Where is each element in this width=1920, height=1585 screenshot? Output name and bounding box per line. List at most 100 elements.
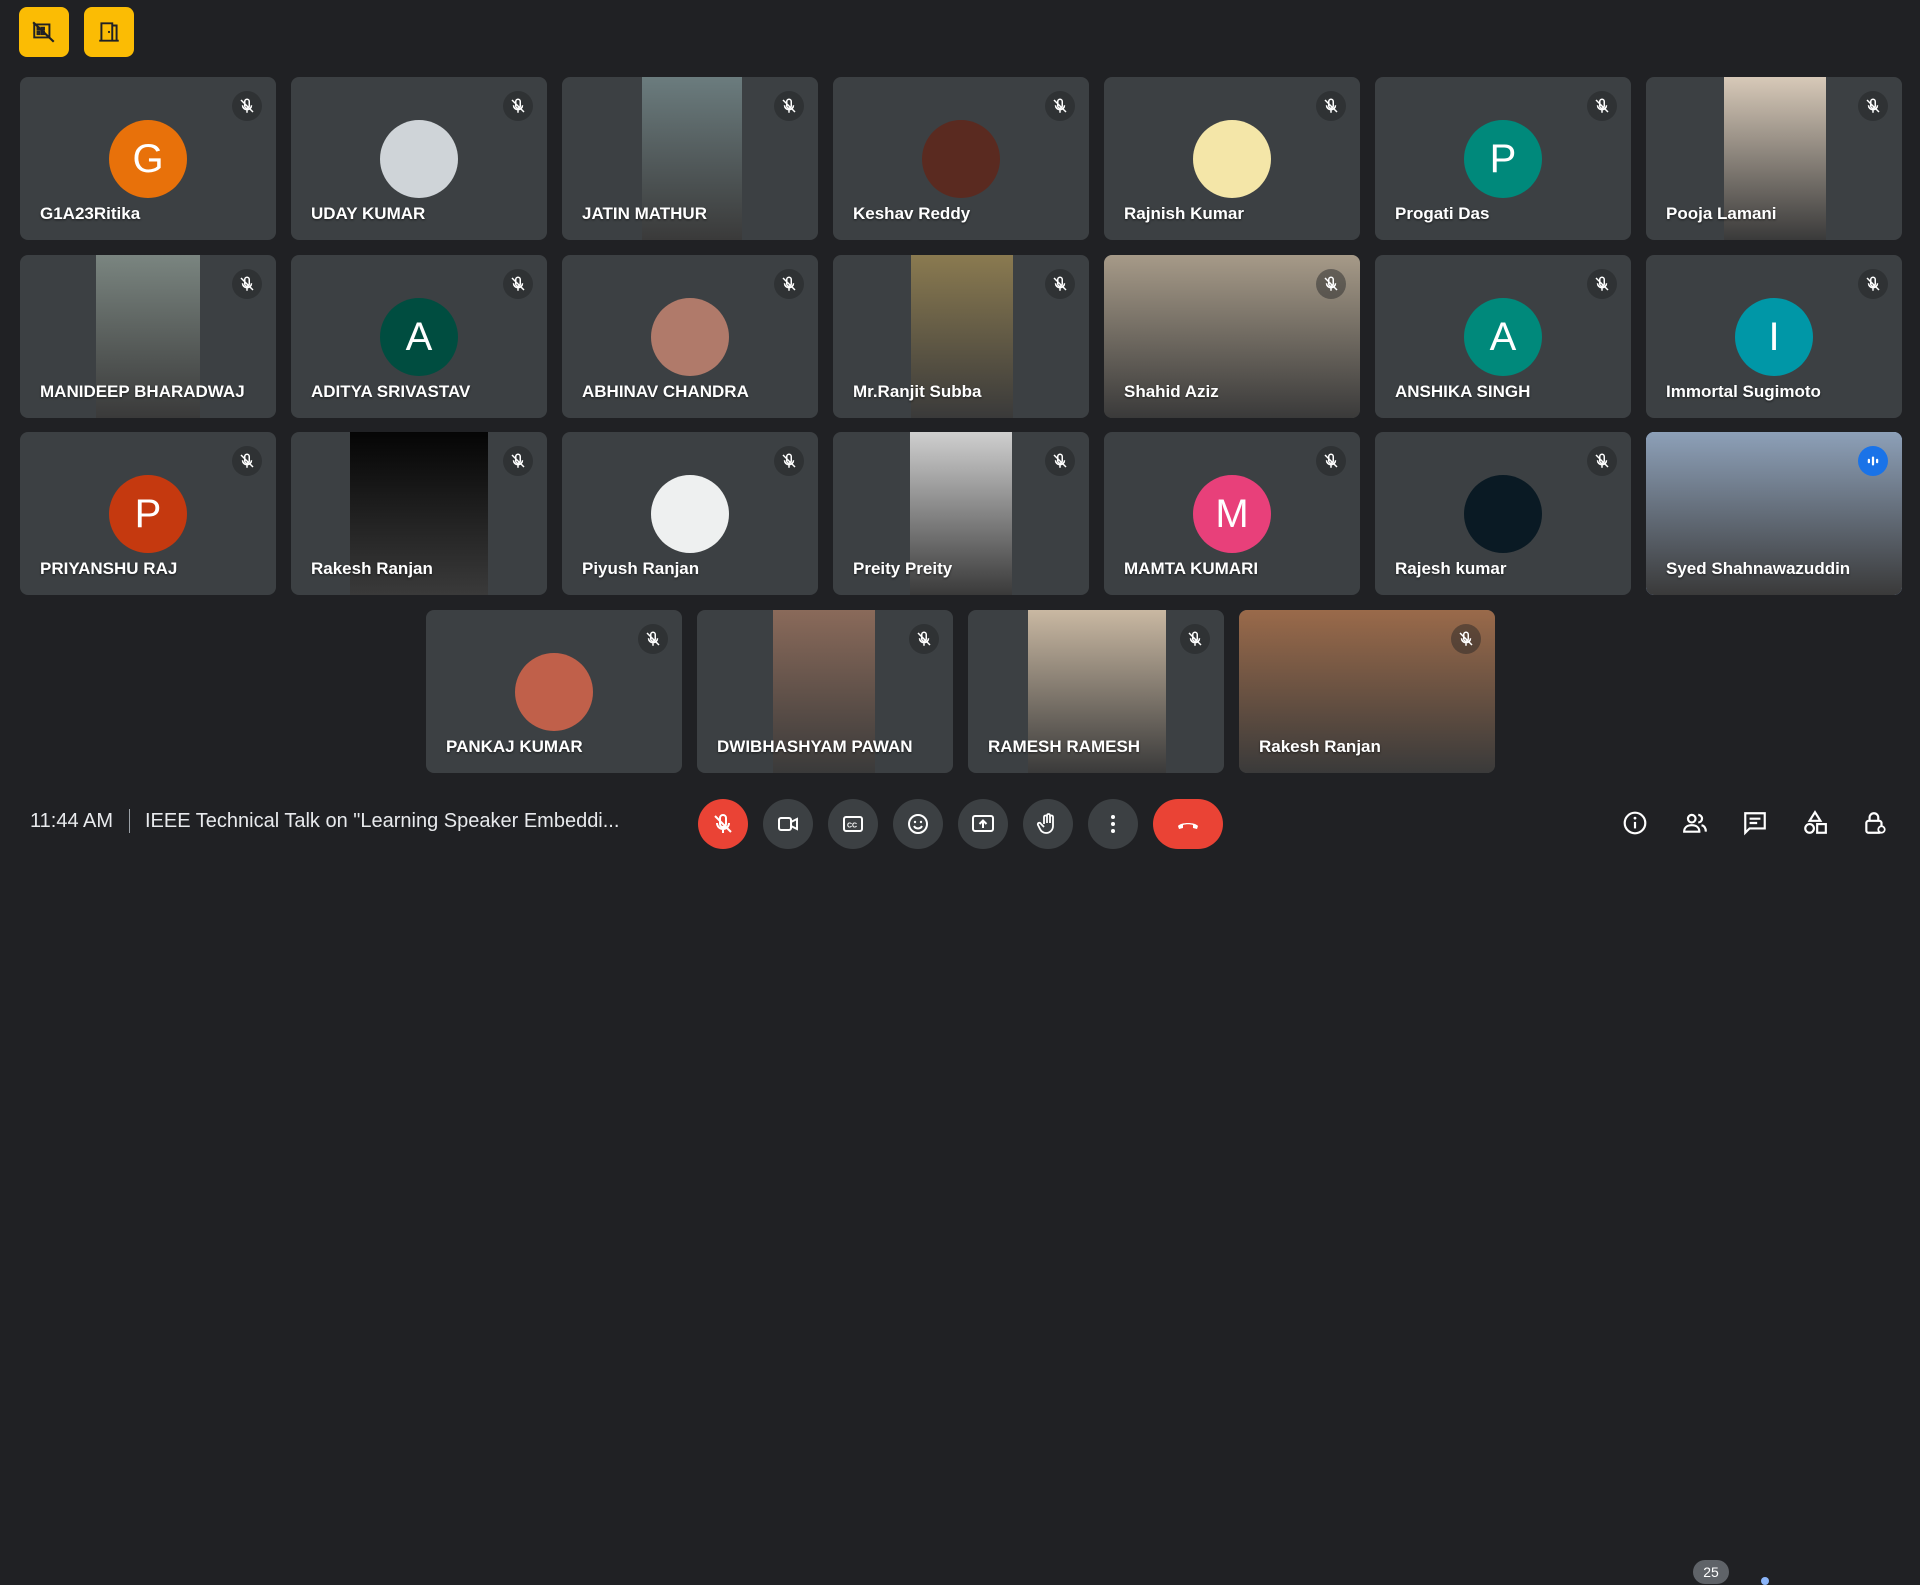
participant-avatar: I <box>1735 298 1813 376</box>
activities-button[interactable] <box>1795 803 1835 843</box>
present-icon <box>972 815 994 832</box>
participant-tile[interactable]: PANKAJ KUMAR <box>426 610 682 773</box>
avatar-initial: I <box>1768 314 1780 359</box>
participant-tile[interactable]: Rajnish Kumar <box>1104 77 1360 240</box>
mic-off-icon <box>782 453 796 468</box>
participant-tile[interactable]: Pooja Lamani <box>1646 77 1902 240</box>
muted-indicator <box>1858 269 1888 299</box>
participant-count-badge: 25 <box>1693 1560 1729 1584</box>
mic-toggle-button[interactable] <box>698 799 748 849</box>
participant-avatar <box>1464 475 1542 553</box>
chat-notification-dot <box>1761 1577 1769 1585</box>
meeting-details-button[interactable] <box>1615 803 1655 843</box>
participant-tile[interactable]: ABHINAV CHANDRA <box>562 255 818 418</box>
participant-tile[interactable]: Syed Shahnawazuddin <box>1646 432 1902 595</box>
participant-tile[interactable]: A ADITYA SRIVASTAV <box>291 255 547 418</box>
participant-name: Rajnish Kumar <box>1124 204 1244 223</box>
mic-off-icon <box>240 276 254 291</box>
participant-tile[interactable]: M MAMTA KUMARI <box>1104 432 1360 595</box>
present-button[interactable] <box>958 799 1008 849</box>
leave-call-button[interactable] <box>1153 799 1223 849</box>
participant-avatar: M <box>1193 475 1271 553</box>
participant-name: Preity Preity <box>853 559 953 578</box>
participant-name: PANKAJ KUMAR <box>446 737 583 756</box>
muted-indicator <box>1587 91 1617 121</box>
participant-name: PRIYANSHU RAJ <box>40 559 178 578</box>
participant-tile[interactable]: MANIDEEP BHARADWAJ <box>20 255 276 418</box>
participant-tile[interactable]: P Progati Das <box>1375 77 1631 240</box>
divider <box>129 809 130 833</box>
participant-tile[interactable]: G G1A23Ritika <box>20 77 276 240</box>
reactions-button[interactable] <box>893 799 943 849</box>
meeting-title[interactable]: IEEE Technical Talk on "Learning Speaker… <box>145 810 619 833</box>
participant-name: JATIN MATHUR <box>582 204 707 223</box>
participant-tile[interactable]: Rajesh kumar <box>1375 432 1631 595</box>
participant-avatar <box>922 120 1000 198</box>
participant-tile[interactable]: Preity Preity <box>833 432 1089 595</box>
people-button[interactable] <box>1675 803 1715 843</box>
host-controls-button[interactable] <box>1855 803 1895 843</box>
participant-avatar <box>651 298 729 376</box>
mic-off-icon <box>511 98 525 113</box>
avatar-initial: A <box>1489 314 1517 359</box>
more-options-icon <box>1111 815 1115 833</box>
muted-indicator <box>1045 446 1075 476</box>
participant-name: Pooja Lamani <box>1666 204 1777 223</box>
avatar-initial: P <box>134 491 162 536</box>
participant-tile[interactable]: Mr.Ranjit Subba <box>833 255 1089 418</box>
muted-indicator <box>909 624 939 654</box>
participant-tile[interactable]: RAMESH RAMESH <box>968 610 1224 773</box>
participant-name: ANSHIKA SINGH <box>1395 382 1531 401</box>
participant-name: UDAY KUMAR <box>311 204 426 223</box>
participant-tile[interactable]: DWIBHASHYAM PAWAN <box>697 610 953 773</box>
captions-icon: CC <box>843 816 863 832</box>
mic-off-icon <box>511 276 525 291</box>
participant-avatar: A <box>380 298 458 376</box>
raise-hand-button[interactable] <box>1023 799 1073 849</box>
participant-name: Shahid Aziz <box>1124 382 1219 401</box>
participant-avatar: A <box>1464 298 1542 376</box>
mic-off-icon <box>1324 98 1338 113</box>
muted-indicator <box>1316 269 1346 299</box>
muted-indicator <box>232 269 262 299</box>
participant-tile[interactable]: Rakesh Ranjan <box>1239 610 1495 773</box>
muted-indicator <box>1316 446 1346 476</box>
participant-tile[interactable]: UDAY KUMAR <box>291 77 547 240</box>
audio-wave-icon <box>1867 456 1879 466</box>
participant-tile[interactable]: A ANSHIKA SINGH <box>1375 255 1631 418</box>
speaking-indicator <box>1858 446 1888 476</box>
participant-tile[interactable]: Piyush Ranjan <box>562 432 818 595</box>
participant-name: Rakesh Ranjan <box>311 559 433 578</box>
mic-off-icon <box>1053 276 1067 291</box>
participant-tile[interactable]: Shahid Aziz <box>1104 255 1360 418</box>
muted-indicator <box>638 624 668 654</box>
participant-tile[interactable]: Keshav Reddy <box>833 77 1089 240</box>
muted-indicator <box>503 269 533 299</box>
mic-off-icon <box>917 631 931 646</box>
participant-name: Syed Shahnawazuddin <box>1666 559 1851 578</box>
muted-indicator <box>1045 91 1075 121</box>
participant-tile[interactable]: Rakesh Ranjan <box>291 432 547 595</box>
avatar-initial: G <box>132 136 164 181</box>
more-options-button[interactable] <box>1088 799 1138 849</box>
captions-button[interactable]: CC <box>828 799 878 849</box>
participant-tile[interactable]: I Immortal Sugimoto <box>1646 255 1902 418</box>
end-call-icon <box>1178 823 1198 829</box>
avatar-initial: M <box>1215 491 1249 536</box>
camera-toggle-button[interactable] <box>763 799 813 849</box>
participant-avatar: P <box>109 475 187 553</box>
camera-icon <box>778 817 798 831</box>
bottom-bar: 11:44 AM IEEE Technical Talk on "Learnin… <box>0 779 1920 1585</box>
participant-tile[interactable]: P PRIYANSHU RAJ <box>20 432 276 595</box>
participant-name: Keshav Reddy <box>853 204 971 223</box>
mic-off-icon <box>1595 98 1609 113</box>
mic-off-icon <box>782 98 796 113</box>
mic-off-icon <box>1866 276 1880 291</box>
muted-indicator <box>1451 624 1481 654</box>
chat-button[interactable] <box>1735 803 1775 843</box>
participant-tile[interactable]: JATIN MATHUR <box>562 77 818 240</box>
participant-name: Immortal Sugimoto <box>1666 382 1821 401</box>
info-icon <box>1623 811 1647 835</box>
muted-indicator <box>1316 91 1346 121</box>
muted-indicator <box>1045 269 1075 299</box>
